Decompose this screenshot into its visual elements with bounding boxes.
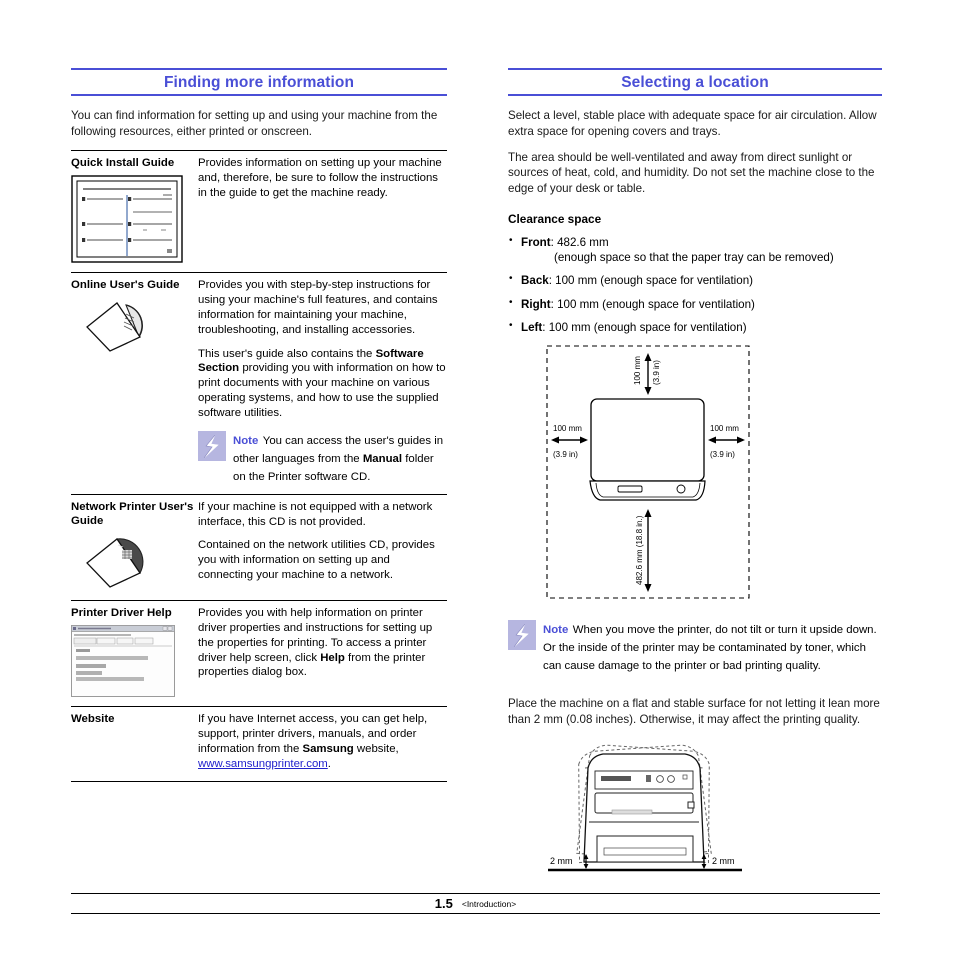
cd-disc-dark-icon <box>71 533 198 591</box>
text-suffix: . <box>327 757 331 770</box>
note-title: Note <box>543 624 569 637</box>
right-column: Selecting a location Select a level, sta… <box>508 68 882 895</box>
footer-page-number: 1.5 <box>434 896 453 911</box>
left-intro-paragraph: You can find information for setting up … <box>71 109 438 138</box>
table-row: Printer Driver Help Provides you with he… <box>71 600 447 707</box>
clearance-value: : 100 mm (enough space for ventilation) <box>542 321 747 335</box>
clearance-label: Front <box>521 235 551 249</box>
table-row: Quick Install Guide Provides information… <box>71 149 447 273</box>
note-text: When you move the printer, do not tilt o… <box>543 624 877 673</box>
resource-name: Online User's Guide <box>71 279 180 292</box>
cd-disc-icon <box>71 297 198 355</box>
note-text: You can access the user's guides in othe… <box>233 435 443 483</box>
lean-left-label: 2 mm <box>550 856 573 866</box>
clearance-label: Right <box>521 297 551 311</box>
note-body: Note When you move the printer, do not t… <box>543 620 882 674</box>
section-header-selecting-a-location: Selecting a location <box>508 68 882 97</box>
clearance-top-mm: 100 mm <box>633 356 642 385</box>
right-paragraph-2: The area should be well-ventilated and a… <box>508 150 875 195</box>
list-item: Right: 100 mm (enough space for ventilat… <box>508 296 882 312</box>
right-paragraph-1: Select a level, stable place with adequa… <box>508 109 877 138</box>
resource-label-cell: Online User's Guide <box>71 272 198 495</box>
page: Finding more information You can find in… <box>0 0 954 954</box>
samsungprinter-link[interactable]: www.samsungprinter.com <box>198 758 328 770</box>
page-footer: 1.5 <Introduction> <box>71 893 880 914</box>
resource-desc-cell: If your machine is not equipped with a n… <box>198 493 447 601</box>
resource-desc-cell: Provides information on setting up your … <box>198 149 447 273</box>
resource-description-help: Provides you with help information on pr… <box>198 606 447 680</box>
list-item: Back: 100 mm (enough space for ventilati… <box>508 272 882 288</box>
left-column: Finding more information You can find in… <box>71 68 447 782</box>
table-row: Online User's Guide Provides you with st… <box>71 272 447 495</box>
resource-label-cell: Quick Install Guide <box>71 149 198 273</box>
resource-description: Contained on the network utilities CD, p… <box>198 539 435 581</box>
clearance-label: Left <box>521 321 543 335</box>
resource-label-cell: Website <box>71 706 198 782</box>
clearance-list: Front: 482.6 mm (enough space so that the… <box>508 234 882 335</box>
clearance-front-label: 482.6 mm (18.8 in.) <box>635 516 644 586</box>
resource-desc-cell: Provides you with help information on pr… <box>198 600 447 707</box>
note-icon <box>198 430 226 461</box>
page-title-left: Finding more information <box>163 74 355 91</box>
clearance-value: : 100 mm (enough space for ventilation) <box>548 274 754 288</box>
resource-description-website: If you have Internet access, you can get… <box>198 712 447 771</box>
text-bold-samsung: Samsung <box>302 743 354 756</box>
table-row: Website If you have Internet access, you… <box>71 706 447 782</box>
resource-name: Quick Install Guide <box>71 156 175 169</box>
resource-name: Network Printer User's Guide <box>71 500 194 527</box>
note-block-manual-folder: Note You can access the user's guides in… <box>198 430 447 485</box>
resource-name: Website <box>71 713 115 726</box>
note-icon <box>508 620 536 651</box>
closing-paragraph: Place the machine on a flat and stable s… <box>508 697 880 726</box>
note-body: Note You can access the user's guides in… <box>233 431 447 485</box>
resource-label-cell: Network Printer User's Guide <box>71 493 198 601</box>
resources-table: Quick Install Guide Provides information… <box>71 149 447 782</box>
footer-section-label: <Introduction> <box>461 898 517 909</box>
clearance-left-in: (3.9 in) <box>553 450 578 459</box>
note-title: Note <box>233 434 259 447</box>
page-title-right: Selecting a location <box>621 74 769 91</box>
resource-desc-cell: Provides you with step-by-step instructi… <box>198 272 447 495</box>
list-item: Left: 100 mm (enough space for ventilati… <box>508 319 882 335</box>
resource-label-cell: Printer Driver Help <box>71 600 198 707</box>
quick-install-guide-booklet-icon <box>71 175 198 263</box>
resource-description: Provides information on setting up your … <box>198 156 442 199</box>
clearance-value: : 100 mm (enough space for ventilation) <box>550 297 755 311</box>
clearance-right-mm: 100 mm <box>710 424 739 433</box>
note-text-bold-manual: Manual <box>362 452 403 465</box>
clearance-subnote: (enough space so that the paper tray can… <box>554 251 834 265</box>
clearance-label: Back <box>521 274 549 288</box>
clearance-left-mm: 100 mm <box>553 424 582 433</box>
lean-tolerance-diagram: 2 mm 2 mm <box>538 738 882 895</box>
text-mid: website, <box>353 743 399 756</box>
clearance-diagram: 100 mm (3.9 in) 100 mm (3.9 in) 100 mm (… <box>544 343 882 606</box>
resource-description: Provides you with step-by-step instructi… <box>198 279 438 336</box>
resource-desc-cell: If you have Internet access, you can get… <box>198 706 447 782</box>
table-row: Network Printer User's Guide If your mac… <box>71 493 447 601</box>
resource-description: If your machine is not equipped with a n… <box>198 500 433 528</box>
clearance-top-in: (3.9 in) <box>652 360 661 385</box>
resource-name: Printer Driver Help <box>71 607 172 620</box>
resource-description-software-section: This user's guide also contains the Soft… <box>198 347 447 421</box>
note-block-moving-printer: Note When you move the printer, do not t… <box>508 620 882 674</box>
driver-help-window-icon <box>71 625 198 698</box>
clearance-right-in: (3.9 in) <box>710 450 735 459</box>
list-item: Front: 482.6 mm (enough space so that the… <box>508 234 882 266</box>
text-bold-help: Help <box>320 651 345 664</box>
clearance-value: : 482.6 mm <box>550 235 609 249</box>
text-prefix: This user's guide also contains the <box>198 347 376 360</box>
lean-right-label: 2 mm <box>712 856 735 866</box>
section-header-finding-more-information: Finding more information <box>71 68 447 97</box>
clearance-space-heading: Clearance space <box>508 211 602 226</box>
